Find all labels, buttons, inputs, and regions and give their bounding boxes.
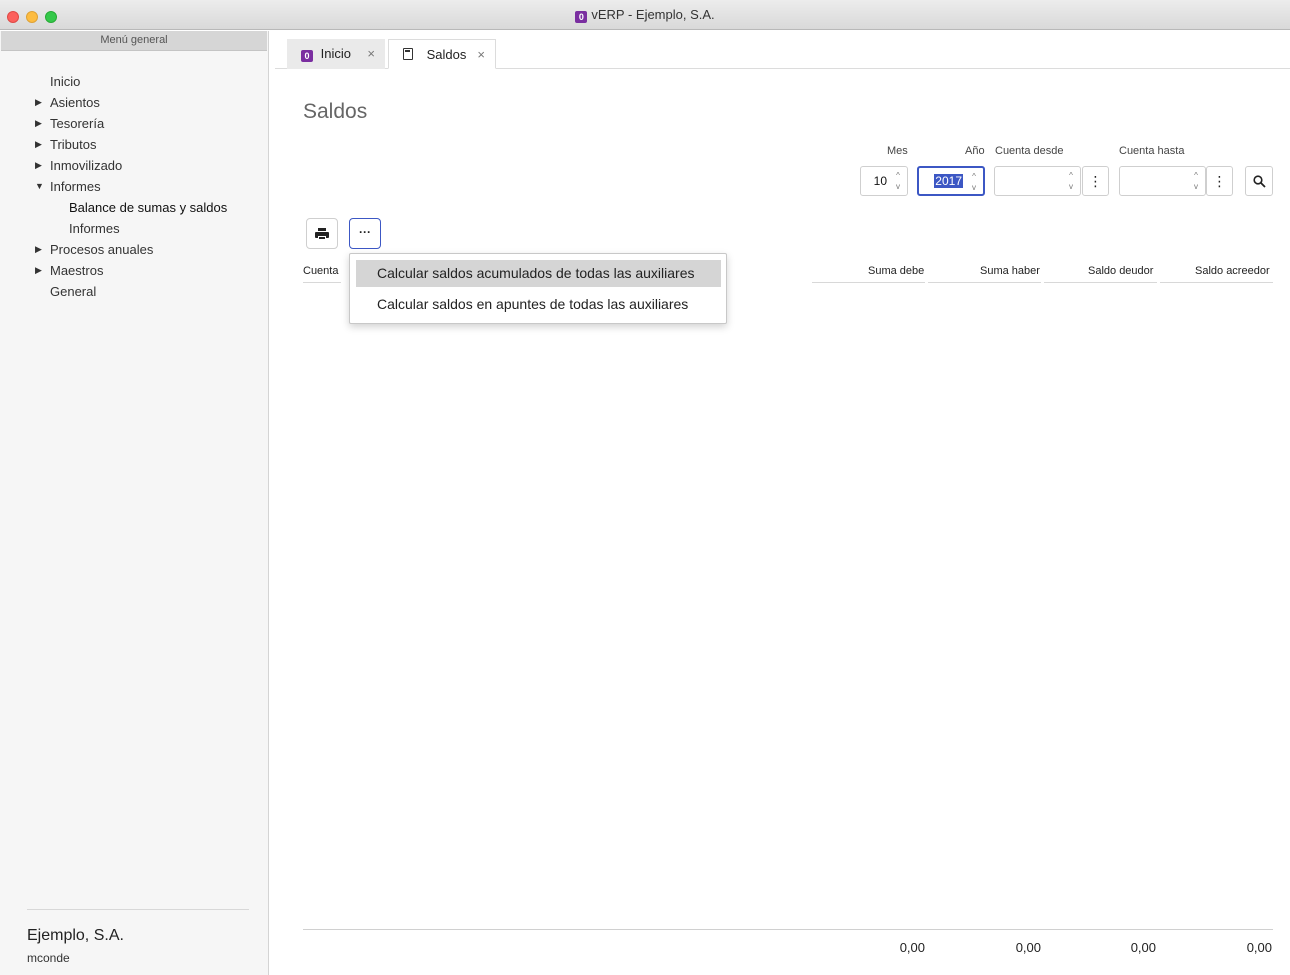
sidebar-item-label: Balance de sumas y saldos	[69, 200, 228, 215]
window-title-bar: 0 vERP - Ejemplo, S.A.	[0, 0, 1290, 30]
cuenta-hasta-label: Cuenta hasta	[1119, 145, 1185, 157]
total-suma-haber: 0,00	[1015, 940, 1041, 955]
cuenta-hasta-field[interactable]: ^ v	[1119, 166, 1206, 196]
search-button[interactable]	[1245, 166, 1273, 196]
window-title: 0 vERP - Ejemplo, S.A.	[0, 7, 1290, 23]
total-saldo-deudor: 0,00	[1130, 940, 1156, 955]
tab-label: Saldos	[426, 47, 467, 62]
sidebar-item-tesoreria[interactable]: ▶ Tesorería	[0, 113, 268, 134]
search-icon	[1252, 175, 1266, 188]
company-name: Ejemplo, S.A.	[27, 927, 124, 944]
disclosure-right-icon[interactable]: ▶	[35, 239, 42, 260]
sidebar-header: Menú general	[1, 31, 267, 51]
anio-stepper[interactable]: 2017 ^ v	[917, 166, 985, 196]
app-logo-icon: 0	[301, 50, 313, 62]
sidebar-item-tributos[interactable]: ▶ Tributos	[0, 134, 268, 155]
tab-bar: 0 Inicio × Saldos ×	[275, 31, 1290, 69]
column-divider	[1044, 282, 1157, 283]
more-actions-button[interactable]: ···	[349, 218, 381, 249]
sidebar-item-label: Inmovilizado	[50, 158, 123, 173]
app-logo-icon: 0	[575, 11, 588, 23]
more-actions-menu: Calcular saldos acumulados de todas las …	[349, 253, 727, 324]
sidebar-item-label: General	[50, 284, 97, 299]
total-suma-debe: 0,00	[899, 940, 925, 955]
sidebar-item-asientos[interactable]: ▶ Asientos	[0, 92, 268, 113]
sidebar-item-label: Informes	[50, 179, 101, 194]
sidebar-item-label: Procesos anuales	[50, 242, 154, 257]
sidebar-item-general[interactable]: General	[0, 281, 268, 302]
stepper-arrows-icon[interactable]: ^ v	[969, 171, 979, 193]
disclosure-right-icon[interactable]: ▶	[35, 155, 42, 176]
mes-label: Mes	[887, 145, 908, 157]
vertical-ellipsis-icon: ⋮	[1212, 173, 1227, 189]
disclosure-right-icon[interactable]: ▶	[35, 260, 42, 281]
tab-saldos[interactable]: Saldos ×	[388, 39, 496, 69]
sidebar-item-label: Maestros	[50, 263, 104, 278]
column-header-cuenta[interactable]: Cuenta	[303, 265, 338, 277]
menu-item-calcular-apuntes[interactable]: Calcular saldos en apuntes de todas las …	[356, 291, 721, 318]
sidebar-item-procesos-anuales[interactable]: ▶ Procesos anuales	[0, 239, 268, 260]
mes-value: 10	[873, 174, 887, 188]
more-horizontal-icon: ···	[359, 225, 371, 239]
column-divider	[928, 282, 1041, 283]
column-divider	[303, 282, 341, 283]
user-name: mconde	[27, 951, 70, 965]
sidebar-item-label: Tributos	[50, 137, 97, 152]
anio-value: 2017	[934, 174, 963, 188]
sidebar-item-label: Asientos	[50, 95, 100, 110]
printer-icon	[315, 228, 329, 240]
print-button[interactable]	[306, 218, 338, 249]
cuenta-hasta-more-button[interactable]: ⋮	[1206, 166, 1233, 196]
sidebar-item-informes[interactable]: ▼ Informes	[0, 176, 268, 197]
sidebar: Menú general Inicio ▶ Asientos ▶ Tesorer…	[0, 31, 269, 975]
sidebar-item-label: Informes	[69, 221, 120, 236]
column-divider	[812, 282, 925, 283]
sidebar-item-inmovilizado[interactable]: ▶ Inmovilizado	[0, 155, 268, 176]
stepper-arrows-icon[interactable]: ^ v	[893, 170, 903, 192]
disclosure-right-icon[interactable]: ▶	[35, 92, 42, 113]
disclosure-right-icon[interactable]: ▶	[35, 134, 42, 155]
sidebar-item-maestros[interactable]: ▶ Maestros	[0, 260, 268, 281]
page-title: Saldos	[303, 100, 368, 123]
totals-divider	[303, 929, 1273, 930]
sidebar-menu: Inicio ▶ Asientos ▶ Tesorería ▶ Tributos…	[0, 71, 268, 302]
stepper-arrows-icon[interactable]: ^ v	[1066, 170, 1076, 192]
cuenta-desde-label: Cuenta desde	[995, 145, 1064, 157]
disclosure-right-icon[interactable]: ▶	[35, 113, 42, 134]
mes-stepper[interactable]: 10 ^ v	[860, 166, 908, 196]
cuenta-desde-more-button[interactable]: ⋮	[1082, 166, 1109, 196]
total-saldo-acreedor: 0,00	[1246, 940, 1272, 955]
column-header-saldo-deudor[interactable]: Saldo deudor	[1088, 265, 1153, 277]
tab-label: Inicio	[320, 46, 351, 61]
close-icon[interactable]: ×	[367, 39, 375, 69]
column-divider	[1160, 282, 1273, 283]
sidebar-item-label: Tesorería	[50, 116, 105, 131]
close-icon[interactable]: ×	[477, 40, 485, 70]
column-header-saldo-acreedor[interactable]: Saldo acreedor	[1195, 265, 1270, 277]
column-header-suma-haber[interactable]: Suma haber	[980, 265, 1040, 277]
column-header-suma-debe[interactable]: Suma debe	[868, 265, 924, 277]
tab-inicio[interactable]: 0 Inicio ×	[287, 39, 385, 69]
sidebar-item-informes-sub[interactable]: Informes	[0, 218, 268, 239]
sidebar-item-inicio[interactable]: Inicio	[0, 71, 268, 92]
calculator-icon	[403, 48, 413, 60]
vertical-ellipsis-icon: ⋮	[1088, 173, 1103, 189]
disclosure-down-icon[interactable]: ▼	[35, 176, 44, 197]
menu-item-calcular-acumulados[interactable]: Calcular saldos acumulados de todas las …	[356, 260, 721, 287]
window-title-text: vERP - Ejemplo, S.A.	[591, 7, 715, 22]
sidebar-item-balance-sumas-saldos[interactable]: Balance de sumas y saldos	[0, 197, 268, 218]
cuenta-desde-field[interactable]: ^ v	[994, 166, 1081, 196]
sidebar-divider	[27, 909, 249, 910]
anio-label: Año	[965, 145, 985, 157]
sidebar-item-label: Inicio	[50, 74, 81, 89]
stepper-arrows-icon[interactable]: ^ v	[1191, 170, 1201, 192]
